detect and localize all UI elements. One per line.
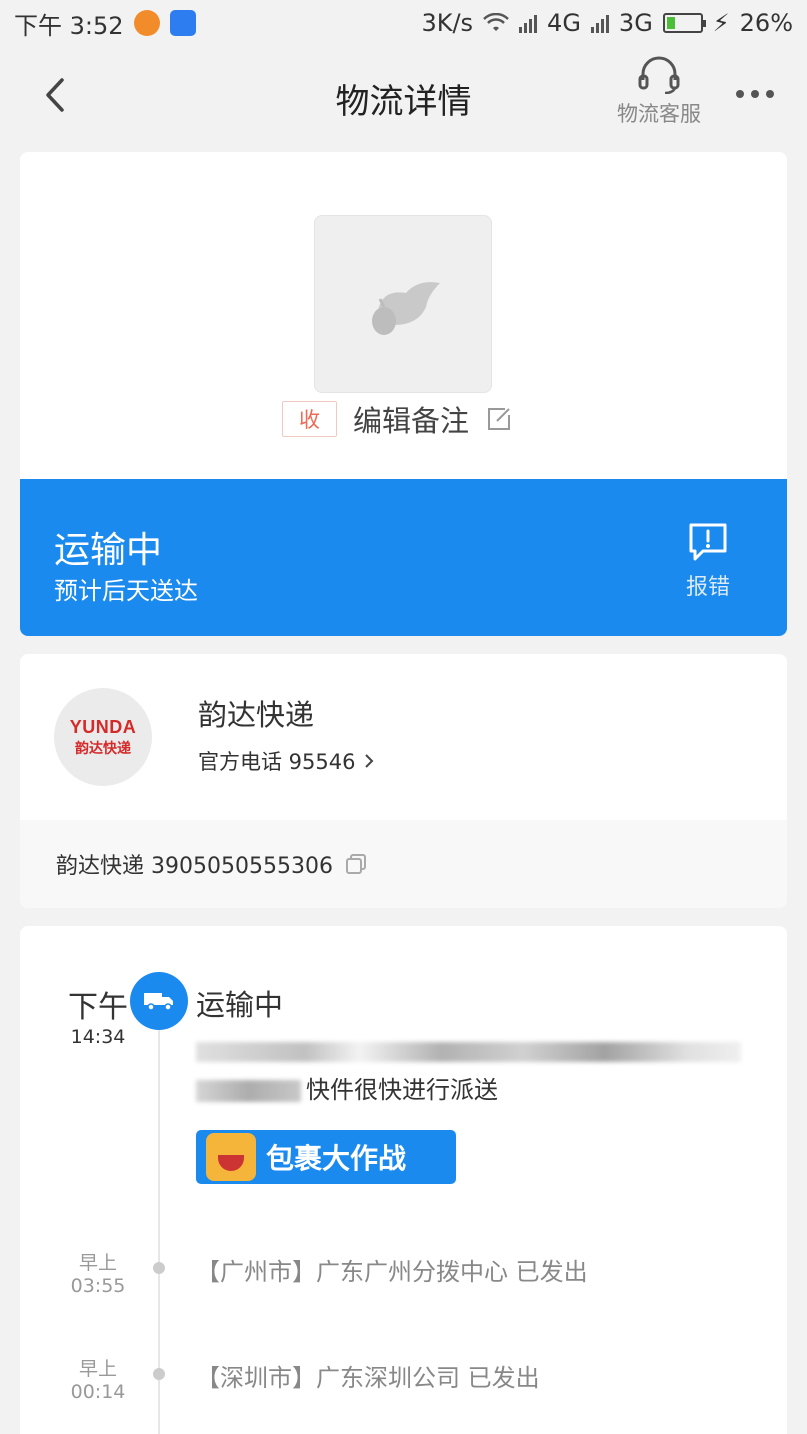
battery-icon — [662, 13, 706, 33]
dot — [766, 90, 774, 98]
copy-icon[interactable] — [345, 853, 367, 875]
timeline-time-entry: 早上 00:14 — [48, 1354, 148, 1403]
timeline-time: 00:14 — [70, 1381, 126, 1403]
timeline-dot — [153, 1368, 165, 1380]
timeline-time-entry: 早上 03:55 — [48, 1248, 148, 1297]
signal-icon — [519, 13, 538, 33]
bird-app-icon — [169, 10, 196, 36]
remark-row: 收 编辑备注 — [282, 398, 513, 440]
report-icon — [689, 523, 727, 561]
timeline-current-status: 运输中 — [196, 988, 284, 1022]
bird-placeholder-icon — [372, 282, 440, 335]
dot — [736, 90, 744, 98]
net-speed: 3K/s — [421, 9, 474, 37]
chat-app-icon — [133, 10, 160, 36]
truck-glyph — [144, 993, 173, 1011]
courier-logo: YUNDA 韵达快递 — [54, 688, 152, 786]
promo-mascot-icon — [206, 1133, 256, 1181]
wifi-icon — [483, 13, 509, 31]
report-label: 报错 — [685, 575, 730, 600]
customer-service-button[interactable]: 物流客服 — [606, 54, 712, 134]
edit-icon[interactable] — [485, 405, 513, 433]
network-type-1: 4G — [547, 9, 581, 37]
dot — [751, 90, 759, 98]
timeline-day: 早上 — [78, 1252, 117, 1274]
timeline-time: 03:55 — [70, 1275, 126, 1297]
status-time: 下午 3:52 — [14, 11, 124, 40]
courier-phone-link[interactable]: 官方电话 95546 — [198, 746, 375, 776]
timeline-time: 14:34 — [70, 1026, 126, 1048]
package-card: 收 编辑备注 运输中 预计后天送达 报错 — [20, 152, 787, 636]
status-bar: 下午 3:52 3K/s 4G 3G ⚡ 26% — [0, 0, 807, 46]
network-type-2: 3G — [618, 9, 653, 37]
charging-icon: ⚡ — [712, 9, 730, 37]
timeline-card: 下午 14:34 运输中 快件很快进行派送 包裹大作战 早上 03:55 【广州… — [20, 926, 787, 1434]
status-title: 运输中 — [54, 530, 163, 571]
headset-icon — [638, 56, 680, 94]
timeline-day: 早上 — [78, 1358, 117, 1380]
redacted-text — [196, 1042, 741, 1062]
courier-card: YUNDA 韵达快递 韵达快递 官方电话 95546 韵达快递 39050505… — [20, 654, 787, 908]
timeline-dot — [153, 1262, 165, 1274]
courier-name: 韵达快递 — [198, 698, 315, 732]
more-button[interactable] — [730, 82, 780, 106]
courier-logo-cn: 韵达快递 — [75, 740, 131, 757]
courier-logo-en: YUNDA — [69, 716, 137, 737]
timeline-entry-text: 【广州市】广东广州分拨中心 已发出 — [196, 1258, 588, 1286]
tracking-row: 韵达快递 3905050555306 — [20, 820, 787, 908]
battery-percent: 26% — [739, 9, 793, 37]
receive-tag: 收 — [282, 401, 337, 437]
signal-icon-2 — [590, 13, 609, 33]
timeline-entry-text: 【深圳市】广东深圳公司 已发出 — [196, 1364, 540, 1392]
promo-banner[interactable]: 包裹大作战 — [196, 1130, 456, 1184]
promo-text: 包裹大作战 — [266, 1142, 407, 1175]
truck-icon — [130, 972, 188, 1030]
battery-fill — [666, 17, 676, 29]
package-image[interactable] — [314, 215, 492, 393]
report-error-button[interactable]: 报错 — [680, 521, 736, 601]
chevron-right-icon — [365, 754, 374, 768]
redacted-text — [196, 1080, 301, 1102]
courier-phone-label: 官方电话 95546 — [198, 750, 356, 774]
customer-service-label: 物流客服 — [617, 102, 701, 126]
status-banner: 运输中 预计后天送达 报错 — [20, 479, 787, 636]
tracking-number: 韵达快递 3905050555306 — [56, 854, 333, 879]
header: 物流详情 物流客服 — [0, 46, 807, 146]
edit-remark-button[interactable]: 编辑备注 — [353, 398, 469, 440]
eta-text: 预计后天送达 — [54, 577, 198, 605]
